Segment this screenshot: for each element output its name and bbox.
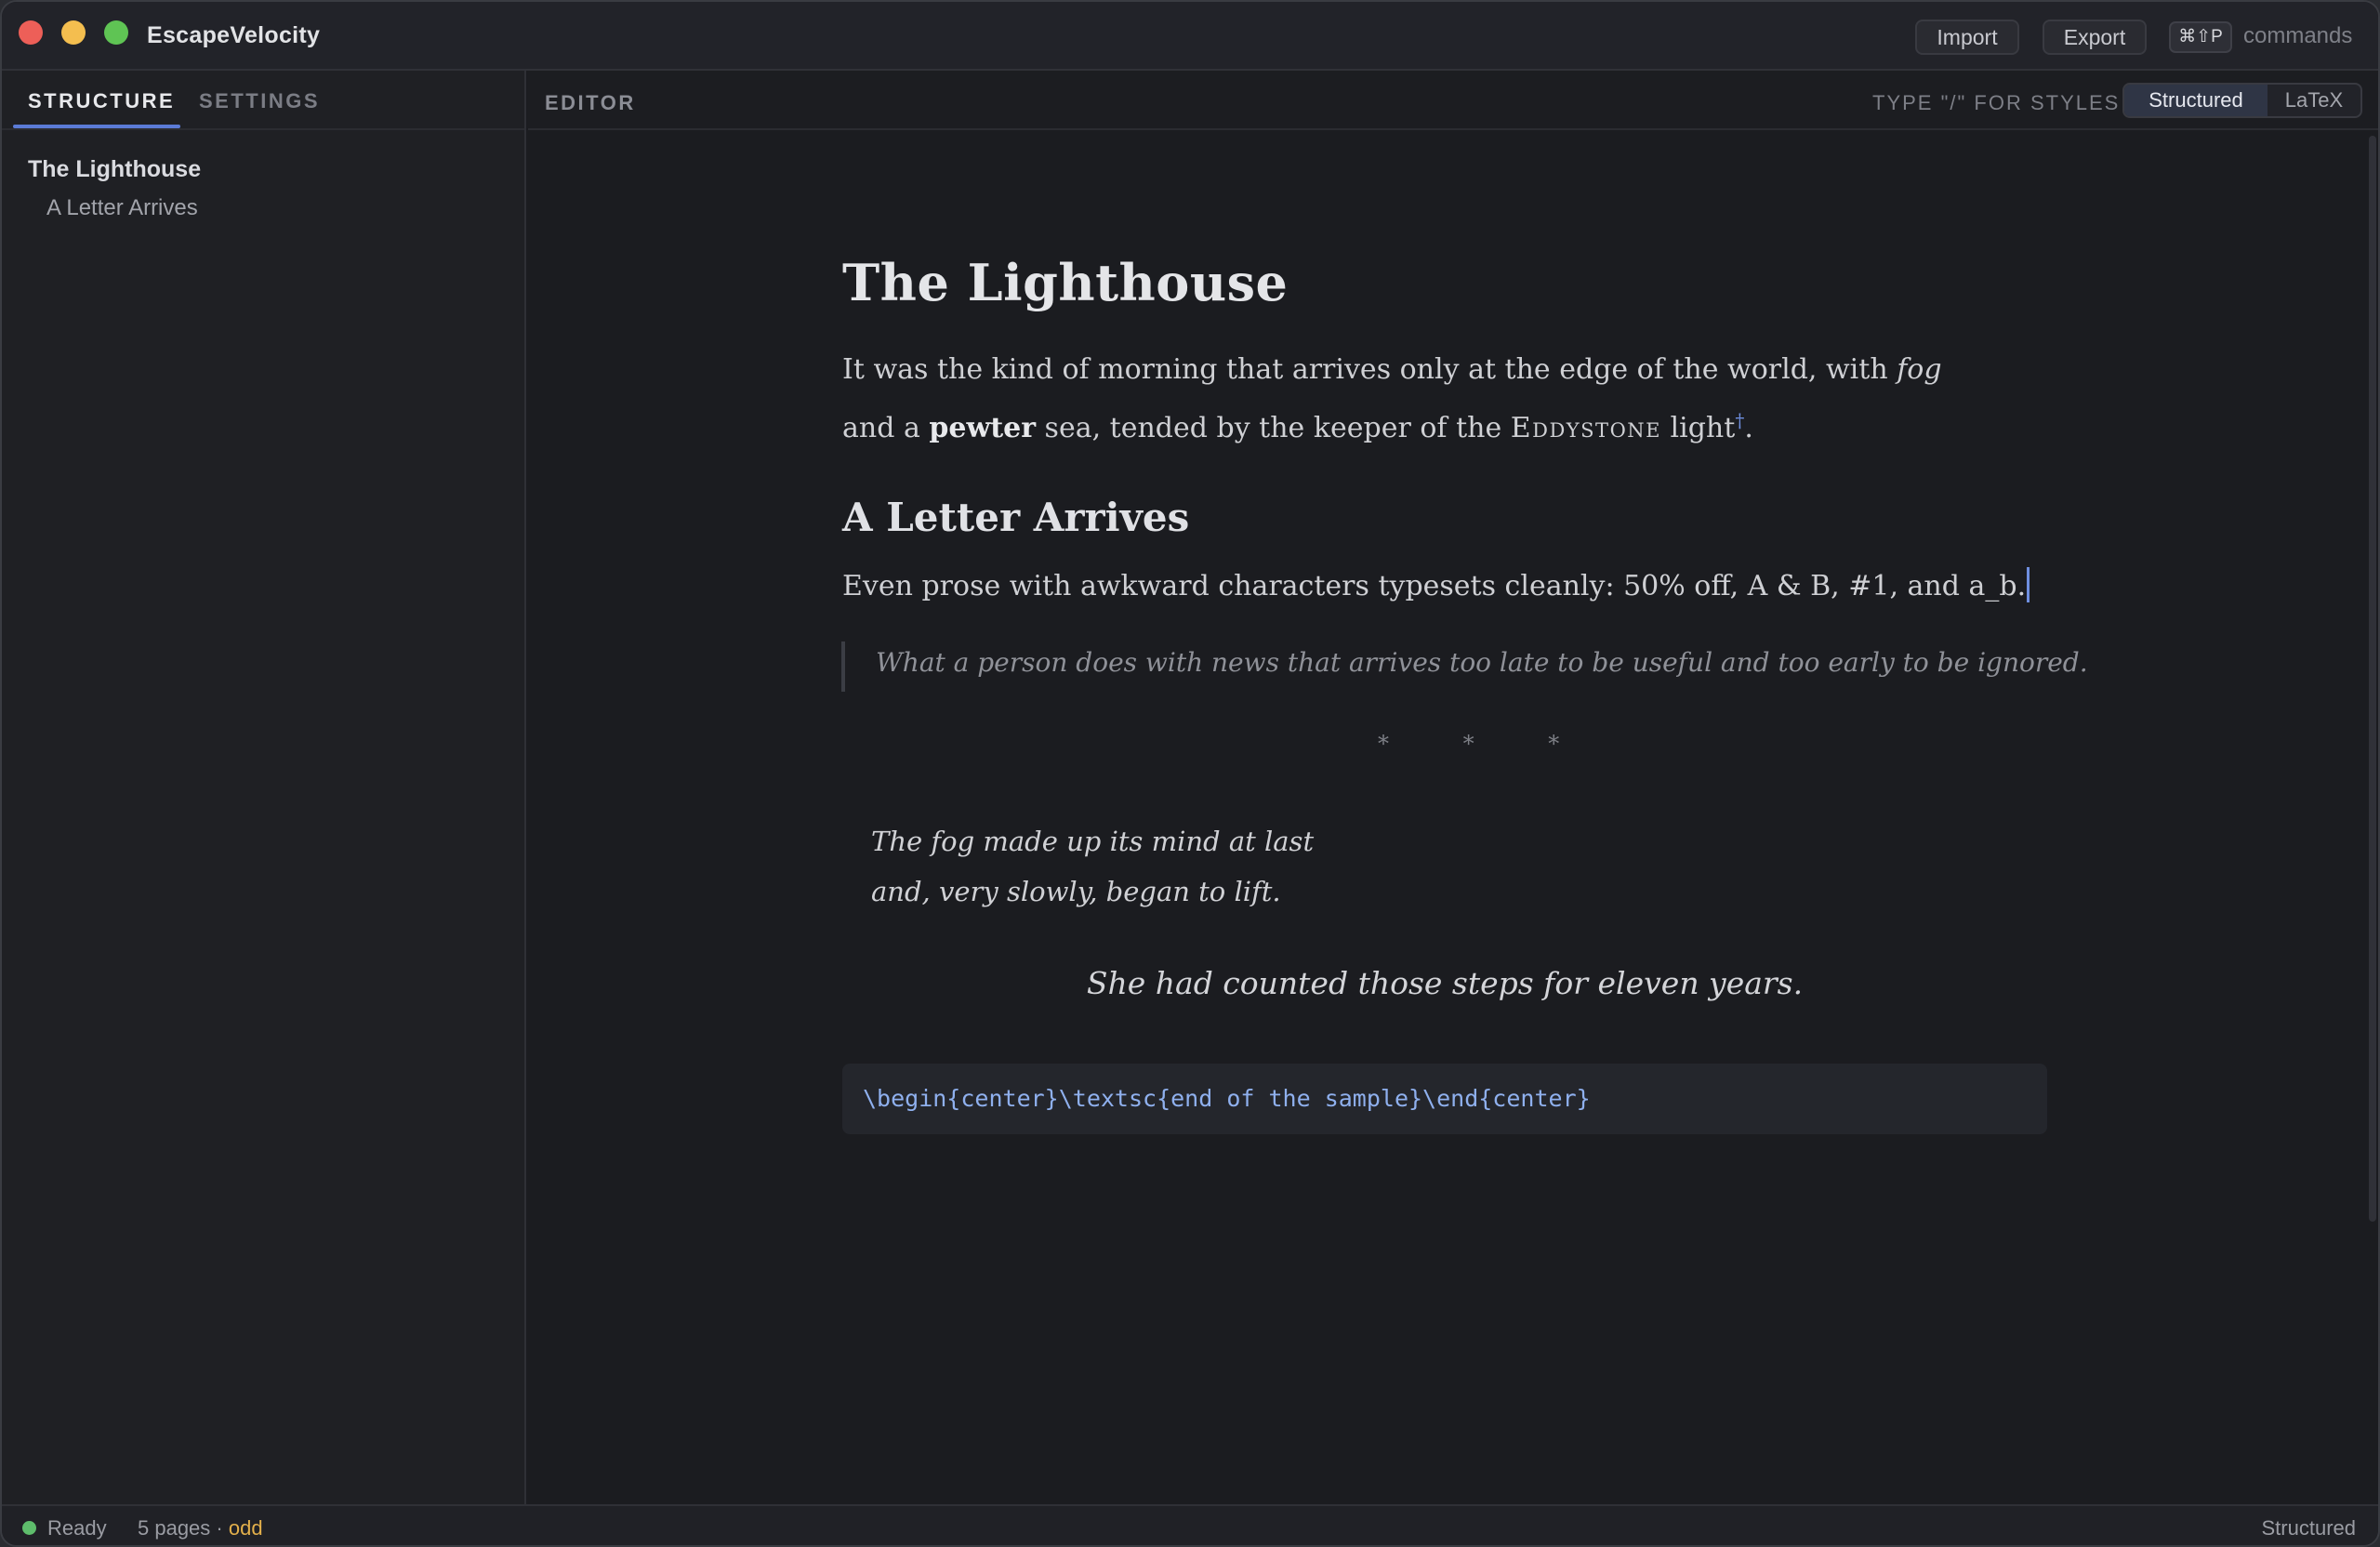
status-bar: Ready 5 pages · odd Structured bbox=[2, 1504, 2378, 1545]
editor-canvas[interactable] bbox=[528, 132, 2367, 1504]
mode-latex-button[interactable]: LaTeX bbox=[2268, 85, 2360, 116]
app-title: EscapeVelocity bbox=[147, 22, 321, 48]
mode-structured-button[interactable]: Structured bbox=[2124, 85, 2268, 116]
verse-line-1: The fog made up its mind at last bbox=[871, 826, 1315, 857]
import-button[interactable]: Import bbox=[1915, 20, 2019, 55]
mode-toggle: Structured LaTeX bbox=[2122, 83, 2362, 118]
sidebar: STRUCTURE SETTINGS The Lighthouse A Lett… bbox=[2, 71, 526, 1504]
title-bar: EscapeVelocity Import Export ⌘⇧P command… bbox=[2, 2, 2378, 71]
tab-structure[interactable]: STRUCTURE bbox=[28, 89, 175, 113]
section-separator: * * * bbox=[1378, 731, 1593, 757]
status-separator: · bbox=[210, 1516, 229, 1540]
zoom-window-button[interactable] bbox=[104, 20, 128, 45]
app-window: EscapeVelocity Import Export ⌘⇧P command… bbox=[0, 0, 2380, 1547]
verse-block[interactable]: The fog made up its mind at last and, ve… bbox=[871, 816, 1314, 917]
raw-latex-block[interactable]: \begin{center}\textsc{end of the sample}… bbox=[842, 1064, 2047, 1134]
verse-line-2: and, very slowly, began to lift. bbox=[871, 876, 1281, 907]
para1-text-2: and a bbox=[842, 412, 930, 444]
export-button[interactable]: Export bbox=[2043, 20, 2147, 55]
para2-text: Even prose with awkward characters types… bbox=[842, 570, 2027, 602]
blockquote[interactable]: What a person does with news that arrive… bbox=[876, 647, 2088, 678]
outline-item-the-lighthouse[interactable]: The Lighthouse bbox=[28, 156, 201, 183]
para1-italic: fog bbox=[1897, 353, 1942, 386]
para1-text-5: . bbox=[1744, 412, 1753, 444]
para1-bold: pewter bbox=[929, 412, 1037, 444]
outline-item-a-letter-arrives[interactable]: A Letter Arrives bbox=[46, 195, 198, 221]
minimize-window-button[interactable] bbox=[61, 20, 86, 45]
para1-text-3: sea, tended by the keeper of the bbox=[1036, 412, 1511, 444]
commands-label[interactable]: commands bbox=[2243, 23, 2352, 49]
tab-settings[interactable]: SETTINGS bbox=[199, 89, 320, 113]
page-parity: odd bbox=[228, 1516, 263, 1540]
status-mode: Structured bbox=[2261, 1516, 2357, 1540]
editor-scrollbar[interactable] bbox=[2369, 136, 2376, 1222]
ready-status-icon bbox=[22, 1521, 36, 1535]
centered-italic-line[interactable]: She had counted those steps for eleven y… bbox=[842, 965, 2047, 1001]
editor-label: EDITOR bbox=[545, 91, 636, 114]
command-palette-shortcut[interactable]: ⌘⇧P bbox=[2169, 21, 2232, 53]
footnote-marker[interactable]: † bbox=[1735, 409, 1744, 431]
active-tab-indicator bbox=[13, 125, 180, 128]
editor-header: EDITOR TYPE "/" FOR STYLES Structured La… bbox=[528, 71, 2378, 130]
text-caret bbox=[2027, 567, 2030, 602]
doc-title[interactable]: The Lighthouse bbox=[842, 253, 1288, 312]
close-window-button[interactable] bbox=[19, 20, 43, 45]
doc-paragraph-2[interactable]: Even prose with awkward characters types… bbox=[842, 567, 2030, 602]
para1-smallcaps: Eddystone bbox=[1510, 412, 1661, 444]
status-ready: Ready bbox=[47, 1516, 107, 1540]
status-pages: 5 pages · odd bbox=[138, 1516, 263, 1540]
page-count: 5 pages bbox=[138, 1516, 211, 1540]
blockquote-bar bbox=[841, 641, 845, 692]
para1-text-4: light bbox=[1661, 412, 1736, 444]
para1-text-1: It was the kind of morning that arrives … bbox=[842, 353, 1897, 386]
doc-paragraph-1[interactable]: It was the kind of morning that arrives … bbox=[842, 344, 1958, 454]
sidebar-tabs: STRUCTURE SETTINGS bbox=[2, 71, 524, 130]
styles-hint: TYPE "/" FOR STYLES bbox=[1872, 91, 2121, 114]
doc-heading-2[interactable]: A Letter Arrives bbox=[842, 495, 1189, 540]
